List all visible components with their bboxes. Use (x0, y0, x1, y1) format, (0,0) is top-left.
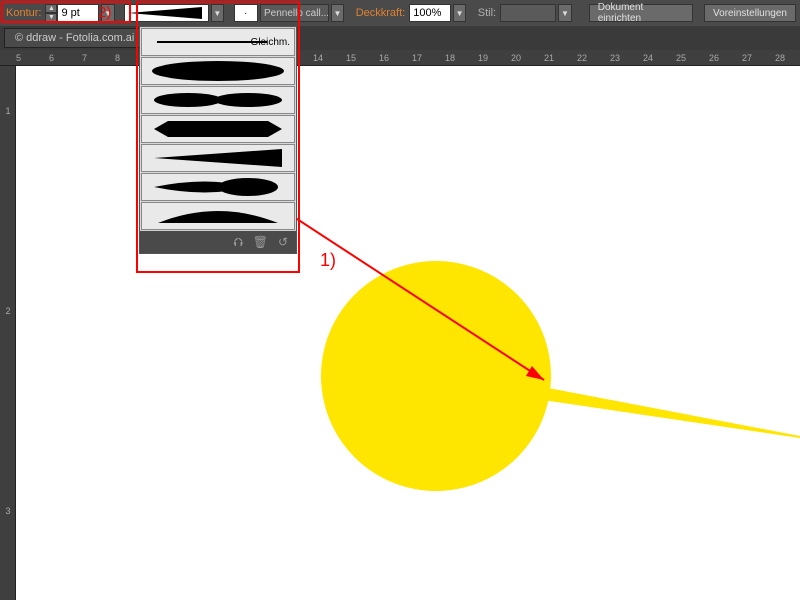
ruler-h-tick: 27 (742, 53, 752, 63)
wedge-right-icon (148, 147, 288, 169)
reset-profiles-icon[interactable]: ↺ (278, 235, 288, 249)
half-dome-icon (148, 205, 288, 227)
kontur-label: Kontur: (4, 7, 43, 19)
document-tab[interactable]: © ddraw - Fotolia.com.ai (4, 28, 145, 48)
ruler-v-tick: 3 (2, 506, 14, 516)
profile-teardrop[interactable] (141, 173, 295, 201)
delete-profile-icon[interactable]: 🗑 (253, 235, 268, 249)
stroke-down-icon[interactable]: ▼ (45, 13, 57, 22)
horizontal-ruler: 5678910111213141516171819202122232425262… (0, 50, 800, 66)
profile-diamond[interactable] (141, 115, 295, 143)
brush-thumbnail[interactable]: · (234, 4, 258, 22)
annotation-label-2: 2) (98, 4, 111, 21)
profile-double-bulge[interactable] (141, 86, 295, 114)
profile-uniform[interactable]: Gleichm. (141, 28, 295, 56)
diamond-icon (148, 118, 288, 140)
profile-bulge[interactable] (141, 57, 295, 85)
ruler-h-tick: 20 (511, 53, 521, 63)
stroke-up-icon[interactable]: ▲ (45, 4, 57, 13)
brush-preset-label: Pennello call... (264, 8, 329, 19)
ruler-h-tick: 7 (82, 53, 87, 63)
ruler-h-tick: 19 (478, 53, 488, 63)
preferences-button[interactable]: Voreinstellungen (704, 4, 796, 22)
save-profile-icon[interactable]: ⮉ (234, 235, 243, 250)
document-setup-button[interactable]: Dokument einrichten (589, 4, 693, 22)
ruler-h-tick: 6 (49, 53, 54, 63)
teardrop-icon (148, 176, 288, 198)
opacity-field[interactable]: 100% (409, 4, 451, 22)
width-profile-list: Gleichm. (140, 28, 296, 230)
ruler-h-tick: 14 (313, 53, 323, 63)
profile-dropdown-icon[interactable]: ▼ (211, 4, 224, 22)
options-bar: Kontur: ▲ ▼ 9 pt ▼ ▼ · Pennello call... … (0, 0, 800, 26)
profile-half-dome[interactable] (141, 202, 295, 230)
variable-width-profile-button[interactable] (124, 4, 208, 22)
stil-label: Stil: (476, 7, 498, 19)
annotation-label-1: 1) (320, 250, 336, 271)
ruler-h-tick: 8 (115, 53, 120, 63)
deckkraft-label: Deckkraft: (354, 7, 408, 19)
stroke-weight-stepper[interactable]: ▲ ▼ 9 pt (45, 4, 99, 22)
ruler-h-tick: 17 (412, 53, 422, 63)
panel-footer: ⮉ 🗑 ↺ (140, 231, 296, 253)
ruler-h-tick: 23 (610, 53, 620, 63)
style-dropdown[interactable] (500, 4, 556, 22)
wedge-profile-icon (126, 6, 206, 20)
ruler-h-tick: 16 (379, 53, 389, 63)
document-tab-title: © ddraw - Fotolia.com.ai (15, 32, 134, 44)
bulge-icon (148, 59, 288, 83)
vertical-ruler: 1 2 3 (0, 66, 16, 600)
ruler-h-tick: 21 (544, 53, 554, 63)
ruler-h-tick: 26 (709, 53, 719, 63)
ruler-v-tick: 1 (2, 106, 14, 116)
ruler-h-tick: 22 (577, 53, 587, 63)
ruler-h-tick: 24 (643, 53, 653, 63)
ruler-h-tick: 28 (775, 53, 785, 63)
brush-dropdown-icon[interactable]: ▼ (331, 4, 344, 22)
artboard[interactable] (16, 66, 800, 600)
opacity-dropdown-icon[interactable]: ▼ (453, 4, 466, 22)
sun-circle (321, 261, 551, 491)
double-bulge-icon (148, 89, 288, 111)
ruler-h-tick: 5 (16, 53, 21, 63)
artwork-svg (16, 66, 800, 600)
style-dropdown-icon[interactable]: ▼ (558, 4, 571, 22)
ruler-v-tick: 2 (2, 306, 14, 316)
profile-wedge-right[interactable] (141, 144, 295, 172)
ruler-h-tick: 25 (676, 53, 686, 63)
profile-uniform-label: Gleichm. (251, 37, 290, 48)
brush-preset-dropdown[interactable]: Pennello call... (260, 4, 329, 22)
ruler-h-tick: 18 (445, 53, 455, 63)
document-tab-bar: © ddraw - Fotolia.com.ai × (0, 26, 800, 50)
width-profile-panel: Gleichm. ⮉ 🗑 ↺ (139, 26, 297, 254)
ruler-h-tick: 15 (346, 53, 356, 63)
stroke-weight-field[interactable]: 9 pt (57, 4, 99, 22)
